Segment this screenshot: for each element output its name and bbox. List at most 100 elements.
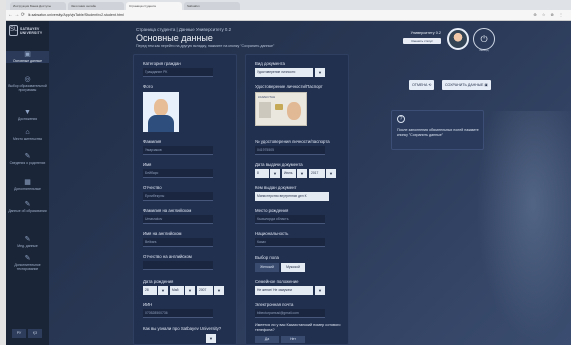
name-en-field[interactable]: Beibars	[143, 238, 213, 247]
chevron-down-icon[interactable]: ▼	[185, 286, 195, 295]
gender-female-option[interactable]: Женский	[255, 263, 279, 272]
browser-extension-icons[interactable]: ⊕ ☆ ⊗ ⋮	[533, 12, 565, 17]
undo-icon: ⟲	[428, 83, 432, 87]
patronymic-en-field[interactable]	[143, 261, 213, 270]
chevron-down-icon[interactable]: ▼	[158, 286, 168, 295]
browser-tab[interactable]: Заголовки онлайн	[68, 2, 124, 10]
chevron-down-icon[interactable]: ▼	[297, 169, 307, 178]
info-text: После заполнения обязательных полей нажм…	[397, 128, 479, 137]
sidebar-item-parents[interactable]: ✎ Сведения о родителях	[6, 153, 49, 165]
chevron-down-icon[interactable]: ▼	[206, 334, 216, 343]
issue-day-select[interactable]: 8	[255, 169, 269, 178]
patronymic-field[interactable]: Ерлибекулы	[143, 192, 213, 201]
lang-ru-button[interactable]: РУ	[12, 329, 26, 338]
id-card-header: КАЗАКСТАН	[258, 95, 276, 99]
browser-tab[interactable]: Инструкция Банка Доступы	[10, 2, 66, 10]
issue-year-select[interactable]: 2017	[309, 169, 325, 178]
chevron-down-icon[interactable]: ▼	[270, 169, 280, 178]
avatar[interactable]	[447, 28, 469, 50]
gender-male-option[interactable]: Мужской	[281, 263, 305, 272]
name-field[interactable]: Бейбарс	[143, 169, 213, 178]
source-label: Как вы узнали про Satbayev University?	[143, 326, 222, 331]
document-icon: ▣	[24, 51, 31, 58]
surname-en-label: Фамилия на английском	[143, 208, 192, 213]
main-form: Категория граждан Гражданин РК Фото Фами…	[133, 54, 351, 345]
birthplace-label: Место рождения	[255, 208, 289, 213]
email-field[interactable]: bibecturpamusi@gmail.com	[255, 309, 325, 318]
chevron-down-icon[interactable]: ▼	[214, 286, 224, 295]
sidebar-item-achievements[interactable]: ▼ Достижения	[6, 109, 49, 121]
id-card-hologram	[259, 102, 271, 118]
page-subtitle: Перед тем как перейти на другую вкладку,…	[136, 44, 275, 48]
sidebar-item-program[interactable]: ◎ Выбор образовательной программы	[6, 76, 49, 92]
browser-tab-active[interactable]: Страница студента	[126, 2, 182, 10]
logout-button[interactable]: ⏻	[473, 28, 495, 50]
pencil-icon: ✎	[24, 255, 31, 262]
target-icon: ◎	[24, 76, 31, 83]
breadcrumb: Страница студента | Данные Университету …	[136, 27, 232, 32]
kz-phone-yes[interactable]: Да	[255, 336, 279, 343]
filter-icon: ▼	[24, 109, 31, 116]
change-status-button[interactable]: Сменить статус	[403, 38, 441, 44]
birth-day-select[interactable]: 28	[143, 286, 157, 295]
category-label: Категория граждан	[143, 61, 181, 66]
user-name: Университету 0.2	[410, 31, 441, 35]
issued-by-select[interactable]: Министерство внутренних дел К	[255, 192, 329, 201]
sidebar-item-label: Место жительства	[13, 137, 42, 141]
surname-field[interactable]: Умарзаков	[143, 146, 213, 155]
browser-nav-icons[interactable]: ← → ⟳	[8, 12, 25, 18]
lang-kz-button[interactable]: ҚЗ	[28, 329, 42, 338]
gender-toggle: Женский Мужской	[255, 263, 343, 272]
birth-year-select[interactable]: 2007	[197, 286, 213, 295]
nationality-field[interactable]: Казах	[255, 238, 325, 247]
id-number-field[interactable]: 041975505	[255, 146, 325, 155]
iin-field[interactable]: 070528500736	[143, 309, 213, 318]
id-number-label: № удостоверения личности/паспорта	[255, 139, 330, 144]
form-column-left: Категория граждан Гражданин РК Фото Фами…	[133, 54, 237, 345]
browser-tab[interactable]: Sabsafun	[184, 2, 240, 10]
birth-month-select[interactable]: Май	[170, 286, 184, 295]
cancel-button[interactable]: ОТМЕНА ⟲	[409, 80, 435, 90]
id-card-chip	[275, 104, 283, 110]
logout-label: Выход	[479, 48, 489, 52]
university-logo[interactable]: SU SATBAYEV UNIVERSITY	[9, 25, 47, 37]
sidebar-item-label: Основные данные	[13, 59, 42, 63]
sidebar-item-main-data[interactable]: ▣ Основные данные	[6, 51, 49, 63]
category-select[interactable]: Гражданин РК	[143, 68, 213, 77]
doc-type-label: Вид документа	[255, 61, 285, 66]
pencil-icon: ✎	[24, 153, 31, 160]
surname-en-field[interactable]: Umarzakov	[143, 215, 213, 224]
chevron-down-icon[interactable]: ▼	[315, 68, 325, 77]
id-card-label: Удостоверение личности/Паспорт	[255, 84, 323, 89]
gender-label: Выбор пола	[255, 255, 279, 260]
background-decoration	[476, 111, 571, 341]
save-button[interactable]: СОХРАНИТЬ ДАННЫЕ ▣	[442, 80, 491, 90]
sidebar-item-testing[interactable]: ✎ Дополнительное тестирование	[6, 255, 49, 271]
sidebar-item-residence[interactable]: ⌂ Место жительства	[6, 129, 49, 141]
sidebar-item-additional[interactable]: ▦ Дополнительные	[6, 179, 49, 191]
pencil-icon: ✎	[24, 236, 31, 243]
doc-type-select[interactable]: Удостоверение личности	[255, 68, 313, 77]
chevron-down-icon[interactable]: ▼	[315, 286, 325, 295]
marital-select[interactable]: Не женат/ Не замужем	[255, 286, 313, 295]
sidebar-item-label: Дополнительное тестирование	[14, 263, 41, 271]
sidebar-item-education[interactable]: ✎ Данные об образовании	[6, 201, 49, 213]
patronymic-en-label: Отчество на английском	[143, 254, 192, 259]
issued-by-label: Кем выдан документ	[255, 185, 297, 190]
email-label: Электронная почта	[255, 302, 294, 307]
pencil-icon: ✎	[24, 201, 31, 208]
chevron-down-icon[interactable]: ▼	[326, 169, 336, 178]
info-panel: ? После заполнения обязательных полей на…	[391, 110, 484, 150]
issue-month-select[interactable]: Июль	[282, 169, 296, 178]
browser-address-bar: ← → ⟳ lk.sabsafun.university/App/vjsTabl…	[6, 10, 571, 21]
nationality-label: Национальность	[255, 231, 289, 236]
logo-text: SATBAYEV UNIVERSITY	[20, 27, 43, 35]
birthplace-field[interactable]: Кызылорда область	[255, 215, 325, 224]
sidebar-item-label: Мед. данные	[17, 244, 38, 248]
kz-phone-no[interactable]: Нет	[281, 336, 305, 343]
name-en-label: Имя на английском	[143, 231, 182, 236]
sidebar-item-label: Данные об образовании	[8, 209, 47, 213]
url-field[interactable]: lk.sabsafun.university/App/vjsTable/Stud…	[28, 12, 328, 19]
sidebar-item-medical[interactable]: ✎ Мед. данные	[6, 236, 49, 248]
student-photo	[143, 92, 179, 132]
